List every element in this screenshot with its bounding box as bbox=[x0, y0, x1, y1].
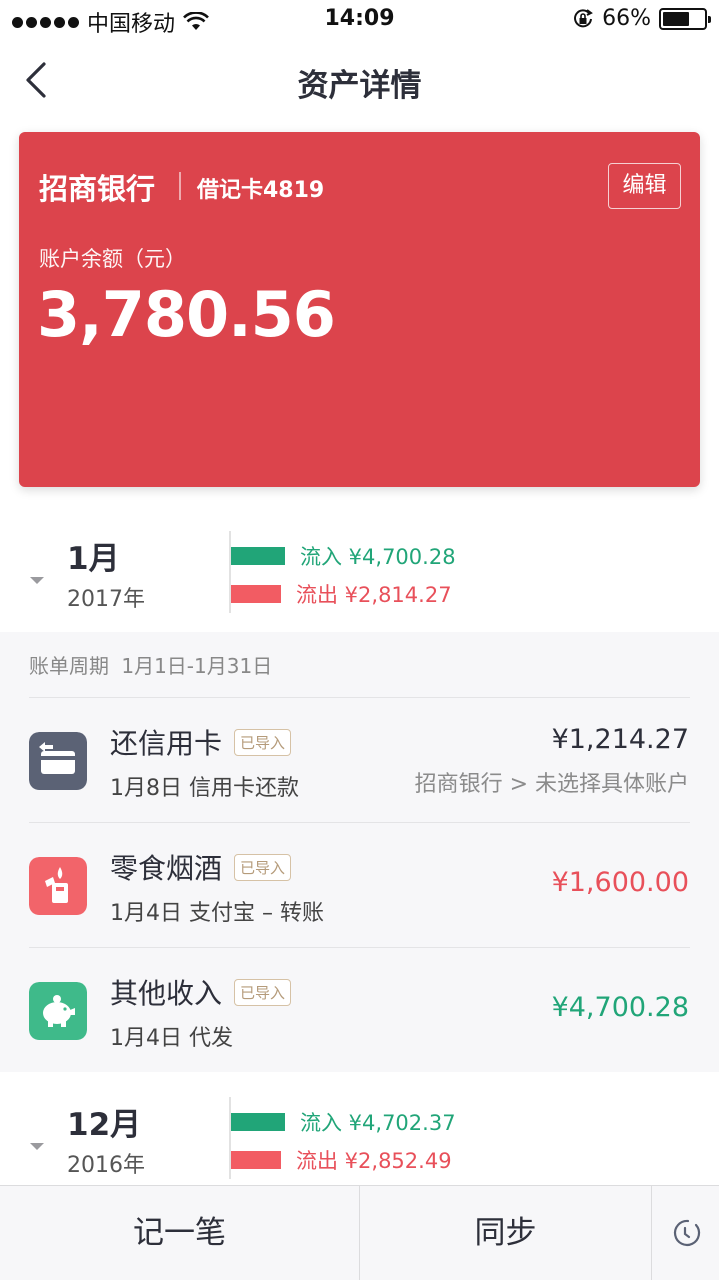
transaction-title: 其他收入 bbox=[110, 977, 223, 1010]
page-title: 资产详情 bbox=[297, 68, 422, 104]
card-type: 借记卡4819 bbox=[197, 178, 325, 203]
outflow-amount: 流出 ¥2,852.49 bbox=[296, 1149, 452, 1173]
rotation-lock-icon bbox=[574, 8, 593, 27]
bank-name: 招商银行 bbox=[39, 172, 156, 206]
balance-label: 账户余额（元） bbox=[39, 247, 186, 271]
chevron-down-icon bbox=[30, 577, 44, 584]
inflow-bar bbox=[231, 547, 285, 565]
lighter-icon bbox=[29, 857, 87, 915]
transaction-title: 还信用卡 bbox=[110, 727, 223, 760]
transaction-title: 零食烟酒 bbox=[110, 852, 223, 885]
transaction-account: 招商银行 > 未选择具体账户 bbox=[414, 772, 689, 797]
piggy-bank-icon bbox=[29, 982, 87, 1040]
transaction-amount: ¥4,700.28 bbox=[551, 992, 689, 1023]
imported-badge: 已导入 bbox=[234, 729, 292, 756]
inflow-amount: 流入 ¥4,700.28 bbox=[300, 545, 456, 569]
transaction-row[interactable]: 零食烟酒 已导入 1月4日 支付宝 – 转账 ¥1,600.00 bbox=[0, 823, 719, 948]
year-label: 2017年 bbox=[67, 587, 145, 612]
month-label: 12月 bbox=[67, 1107, 142, 1143]
edit-button[interactable]: 编辑 bbox=[608, 163, 681, 209]
account-card: 招商银行 借记卡4819 编辑 账户余额（元） 3,780.56 bbox=[19, 132, 700, 487]
outflow-bar bbox=[231, 585, 281, 603]
battery-percent: 66% bbox=[602, 6, 651, 31]
transaction-subtitle: 1月4日 支付宝 – 转账 bbox=[110, 901, 324, 926]
year-label: 2016年 bbox=[67, 1153, 145, 1178]
imported-badge: 已导入 bbox=[234, 979, 292, 1006]
status-right: 66% bbox=[572, 6, 711, 31]
month-label: 1月 bbox=[67, 541, 120, 577]
sync-button[interactable]: 同步 bbox=[360, 1186, 651, 1280]
outflow-amount: 流出 ¥2,814.27 bbox=[296, 583, 452, 607]
transaction-row[interactable]: 其他收入 已导入 1月4日 代发 ¥4,700.28 bbox=[0, 948, 719, 1073]
transaction-subtitle: 1月8日 信用卡还款 bbox=[110, 776, 299, 801]
bottom-bar: 记一笔 同步 bbox=[0, 1185, 719, 1280]
battery-fill bbox=[663, 11, 690, 26]
status-bar: 中国移动 14:09 66% bbox=[0, 0, 719, 40]
outflow-bar bbox=[231, 1151, 281, 1169]
imported-badge: 已导入 bbox=[234, 854, 292, 881]
month-summary-dec[interactable]: 12月 2016年 流入 ¥4,702.37 流出 ¥2,852.49 bbox=[0, 1085, 719, 1197]
battery-icon bbox=[659, 7, 711, 30]
transaction-row[interactable]: 还信用卡 已导入 1月8日 信用卡还款 ¥1,214.27 招商银行 > 未选择… bbox=[0, 698, 719, 823]
record-button[interactable]: 记一笔 bbox=[0, 1186, 359, 1280]
inflow-amount: 流入 ¥4,702.37 bbox=[300, 1111, 456, 1135]
transaction-amount: ¥1,214.27 bbox=[551, 724, 689, 755]
bill-section: 账单周期 1月1日-1月31日 还信用卡 已导入 1月8日 信用卡还款 ¥1,2… bbox=[0, 632, 719, 1072]
inflow-bar bbox=[231, 1113, 285, 1131]
month-summary-jan[interactable]: 1月 2017年 流入 ¥4,700.28 流出 ¥2,814.27 bbox=[0, 519, 719, 631]
balance-value: 3,780.56 bbox=[37, 278, 336, 351]
transaction-amount: ¥1,600.00 bbox=[551, 867, 689, 898]
transaction-subtitle: 1月4日 代发 bbox=[110, 1026, 233, 1051]
chevron-down-icon bbox=[30, 1143, 44, 1150]
clock-icon bbox=[673, 1219, 701, 1246]
credit-card-icon bbox=[29, 732, 87, 790]
history-button[interactable] bbox=[652, 1186, 719, 1280]
bill-period: 账单周期 1月1日-1月31日 bbox=[29, 654, 273, 678]
card-divider bbox=[179, 172, 181, 200]
nav-bar: 资产详情 bbox=[0, 40, 719, 124]
